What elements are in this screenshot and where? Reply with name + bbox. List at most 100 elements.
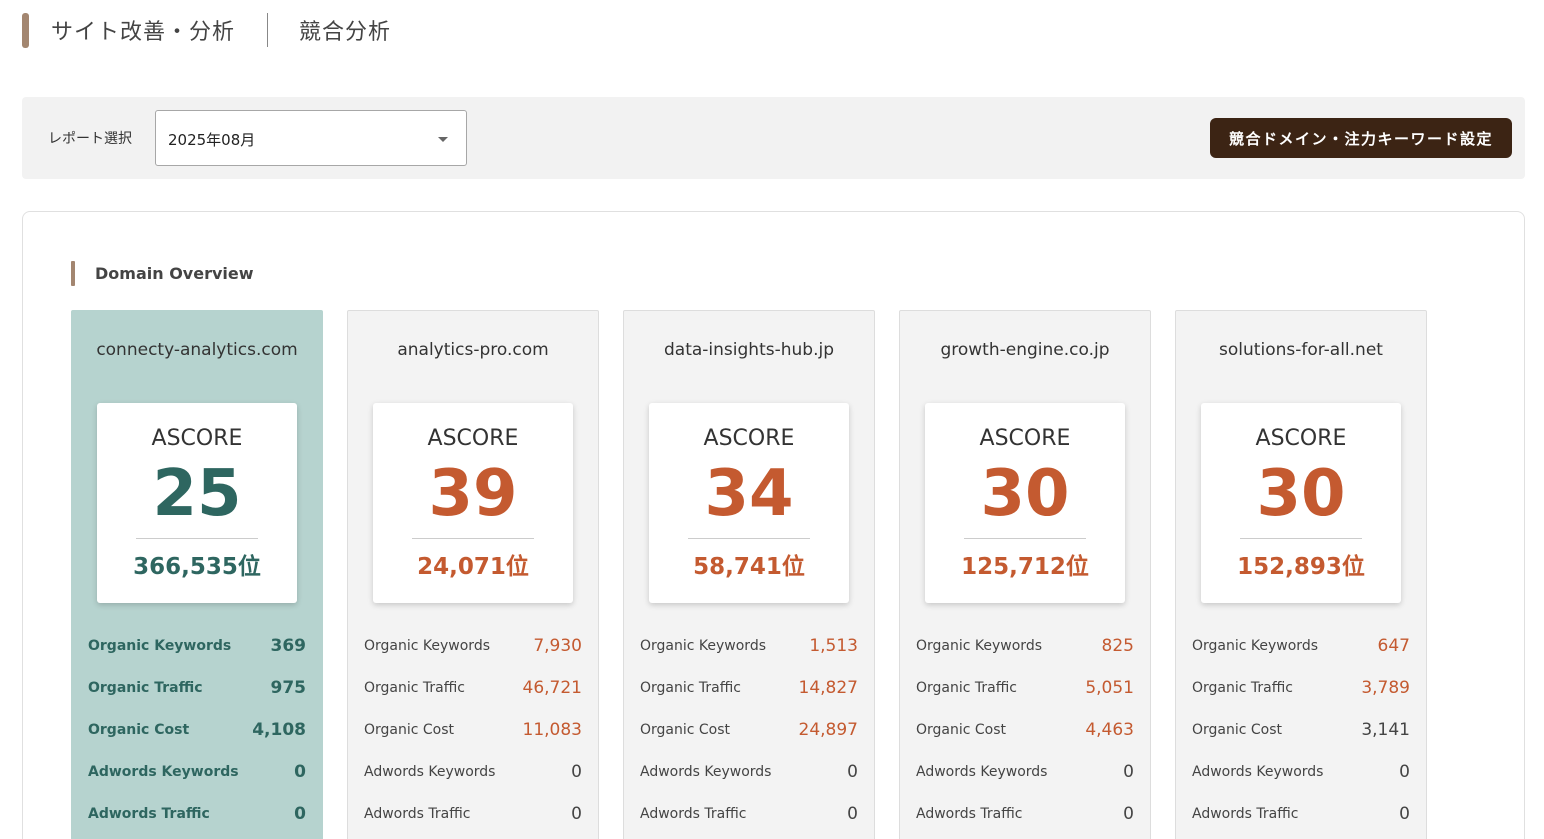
metric-row: Organic Keywords 369 [88,633,306,659]
metric-label: Adwords Traffic [916,806,1023,822]
metric-label: Adwords Traffic [88,806,210,822]
domain-card-competitor: data-insights-hub.jp ASCORE 34 58,741位 O… [623,310,875,839]
metric-label: Organic Traffic [640,680,741,696]
metric-value: 46,721 [522,678,582,698]
metric-label: Organic Keywords [640,638,766,654]
metric-value: 369 [270,636,307,656]
metric-value: 0 [1399,762,1410,782]
metric-row: Adwords Traffic 0 [1192,801,1410,827]
ascore-value: 25 [152,457,242,531]
ascore-rank: 152,893位 [1237,554,1365,580]
metric-value: 7,930 [533,636,582,656]
page-title: サイト改善・分析 [51,20,236,45]
metric-row: Organic Traffic 46,721 [364,675,582,701]
metric-value: 0 [1123,762,1134,782]
metric-label: Organic Cost [916,722,1007,738]
ascore-value: 39 [428,457,518,531]
page-subtitle: 競合分析 [299,20,392,45]
metric-label: Organic Keywords [1192,638,1318,654]
domain-card-own: connecty-analytics.com ASCORE 25 366,535… [71,310,323,839]
domain-name: growth-engine.co.jp [940,340,1110,360]
metric-value: 825 [1101,636,1134,656]
metric-row: Organic Keywords 647 [1192,633,1410,659]
report-select[interactable]: 2025年08月 [155,110,467,166]
metric-label: Adwords Keywords [1192,764,1324,780]
metric-row: Organic Keywords 825 [916,633,1134,659]
ascore-rank: 366,535位 [133,554,261,580]
metric-value: 0 [571,762,582,782]
metric-label: Organic Keywords [916,638,1042,654]
metric-row: Adwords Keywords 0 [640,759,858,785]
ascore-value: 34 [704,457,794,531]
domain-card-competitor: analytics-pro.com ASCORE 39 24,071位 Orga… [347,310,599,839]
domain-overview-panel: Domain Overview connecty-analytics.com A… [22,211,1525,839]
ascore-label: ASCORE [1255,426,1347,451]
ascore-box: ASCORE 39 24,071位 [373,403,573,603]
metric-label: Organic Cost [88,722,190,738]
metric-row: Organic Traffic 975 [88,675,306,701]
metric-value: 14,827 [798,678,858,698]
metric-label: Organic Traffic [916,680,1017,696]
ascore-rank: 125,712位 [961,554,1089,580]
metric-row: Adwords Traffic 0 [364,801,582,827]
metric-label: Organic Keywords [364,638,490,654]
section-title: Domain Overview [95,264,254,283]
report-select-value: 2025年08月 [168,131,256,149]
metric-label: Adwords Keywords [88,764,239,780]
report-select-label: レポート選択 [48,131,132,147]
header-divider [267,13,269,47]
metric-value: 5,051 [1085,678,1134,698]
metric-row: Organic Traffic 3,789 [1192,675,1410,701]
metric-row: Organic Cost 3,141 [1192,717,1410,743]
metric-value: 0 [294,762,306,782]
metric-value: 3,789 [1361,678,1410,698]
domain-name: analytics-pro.com [397,340,549,360]
metric-row: Organic Cost 24,897 [640,717,858,743]
metric-label: Adwords Keywords [364,764,496,780]
metric-label: Adwords Traffic [640,806,747,822]
metric-row: Adwords Keywords 0 [88,759,306,785]
ascore-divider [964,538,1086,539]
metric-label: Adwords Keywords [916,764,1048,780]
metric-value: 0 [1399,804,1410,824]
metric-label: Organic Traffic [364,680,465,696]
section-heading: Domain Overview [71,261,254,286]
metric-label: Adwords Traffic [364,806,471,822]
competitor-settings-button[interactable]: 競合ドメイン・注力キーワード設定 [1210,118,1512,158]
metric-row: Organic Traffic 5,051 [916,675,1134,701]
ascore-label: ASCORE [703,426,795,451]
section-accent-bar [71,261,75,286]
report-filter-bar: レポート選択 2025年08月 競合ドメイン・注力キーワード設定 [22,97,1525,179]
metric-value: 3,141 [1361,720,1410,740]
ascore-box: ASCORE 30 152,893位 [1201,403,1401,603]
metric-row: Organic Traffic 14,827 [640,675,858,701]
metric-value: 1,513 [809,636,858,656]
metric-row: Adwords Keywords 0 [1192,759,1410,785]
metric-value: 647 [1377,636,1410,656]
metric-value: 0 [847,804,858,824]
caret-down-icon [438,137,448,142]
ascore-box: ASCORE 34 58,741位 [649,403,849,603]
metric-label: Organic Cost [364,722,455,738]
ascore-divider [412,538,534,539]
page-header: サイト改善・分析 競合分析 [22,12,391,48]
domain-name: connecty-analytics.com [96,340,298,360]
domain-card-competitor: growth-engine.co.jp ASCORE 30 125,712位 O… [899,310,1151,839]
metric-label: Organic Cost [1192,722,1283,738]
ascore-value: 30 [980,457,1070,531]
metric-label: Organic Keywords [88,638,232,654]
metric-row: Organic Keywords 1,513 [640,633,858,659]
metric-label: Organic Traffic [1192,680,1293,696]
metric-row: Organic Cost 11,083 [364,717,582,743]
metric-row: Adwords Traffic 0 [88,801,306,827]
ascore-label: ASCORE [427,426,519,451]
metric-value: 0 [1123,804,1134,824]
ascore-label: ASCORE [151,426,243,451]
metric-label: Organic Cost [640,722,731,738]
metric-value: 0 [294,804,306,824]
ascore-box: ASCORE 25 366,535位 [97,403,297,603]
metric-row: Organic Cost 4,463 [916,717,1134,743]
metric-label: Organic Traffic [88,680,203,696]
ascore-divider [1240,538,1362,539]
metric-row: Adwords Traffic 0 [640,801,858,827]
